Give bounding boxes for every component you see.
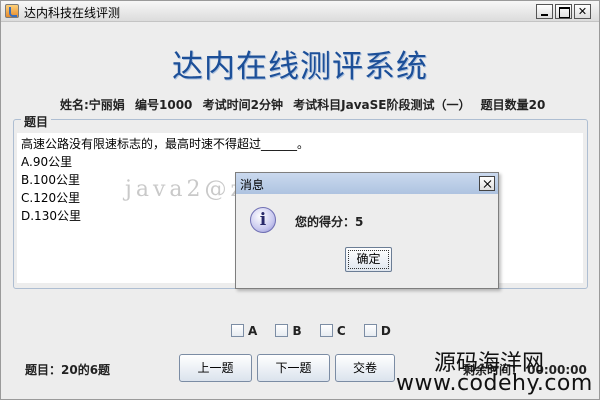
dialog-close-button[interactable] [479, 176, 495, 191]
option-a[interactable]: A [231, 323, 258, 338]
option-b[interactable]: B [275, 323, 302, 338]
java-app-icon [5, 4, 19, 18]
next-question-button[interactable]: 下一题 [257, 354, 330, 382]
dialog-title-bar[interactable]: 消息 [236, 173, 498, 194]
main-window: 达内科技在线评测 ✕ 达内在线测评系统 姓名:宁丽娟 编号1000 考试时间2分… [0, 0, 600, 400]
exam-info-bar: 姓名:宁丽娟 编号1000 考试时间2分钟 考试科目JavaSE阶段测试（一） … [60, 96, 551, 113]
previous-question-button[interactable]: 上一题 [179, 354, 252, 382]
choice-d: D.130公里 [21, 209, 81, 223]
choice-a: A.90公里 [21, 155, 73, 169]
system-banner: 达内在线测评系统 [172, 49, 428, 85]
checkbox-d[interactable] [363, 323, 377, 337]
submit-exam-button[interactable]: 交卷 [335, 354, 395, 382]
exam-id: 编号1000 [135, 98, 193, 112]
dialog-title: 消息 [240, 178, 265, 192]
information-icon: i [250, 207, 276, 233]
score-message: 您的得分：5 [295, 215, 364, 229]
answer-options: A B C D [231, 323, 405, 338]
window-title: 达内科技在线评测 [24, 6, 121, 20]
choice-b: B.100公里 [21, 173, 80, 187]
maximize-button[interactable] [555, 4, 572, 19]
minimize-button[interactable] [536, 4, 553, 19]
ok-button[interactable]: 确定 [345, 247, 392, 272]
option-c[interactable]: C [319, 323, 346, 338]
option-c-label: C [336, 323, 346, 338]
option-d-label: D [380, 323, 391, 338]
question-progress: 题目：20的6题 [25, 363, 111, 377]
option-b-label: B [292, 323, 302, 338]
option-d[interactable]: D [363, 323, 391, 338]
exam-subject: 考试科目JavaSE阶段测试（一） [293, 98, 471, 112]
exam-count: 题目数量20 [480, 98, 546, 112]
question-panel-legend: 题目 [21, 113, 52, 130]
exam-name: 姓名:宁丽娟 [60, 98, 125, 112]
checkbox-b[interactable] [275, 323, 289, 337]
message-dialog: 消息 i 您的得分：5 确定 [235, 172, 499, 289]
site-watermark-url: www.codehy.com [396, 371, 593, 396]
choice-c: C.120公里 [21, 191, 81, 205]
exam-time: 考试时间2分钟 [202, 98, 283, 112]
question-stem: 高速公路没有限速标志的，最高时速不得超过______。 [21, 137, 310, 151]
title-bar[interactable]: 达内科技在线评测 ✕ [1, 1, 599, 22]
checkbox-a[interactable] [231, 323, 244, 337]
option-a-label: A [248, 323, 258, 338]
close-button[interactable]: ✕ [574, 4, 591, 19]
checkbox-c[interactable] [319, 323, 333, 337]
